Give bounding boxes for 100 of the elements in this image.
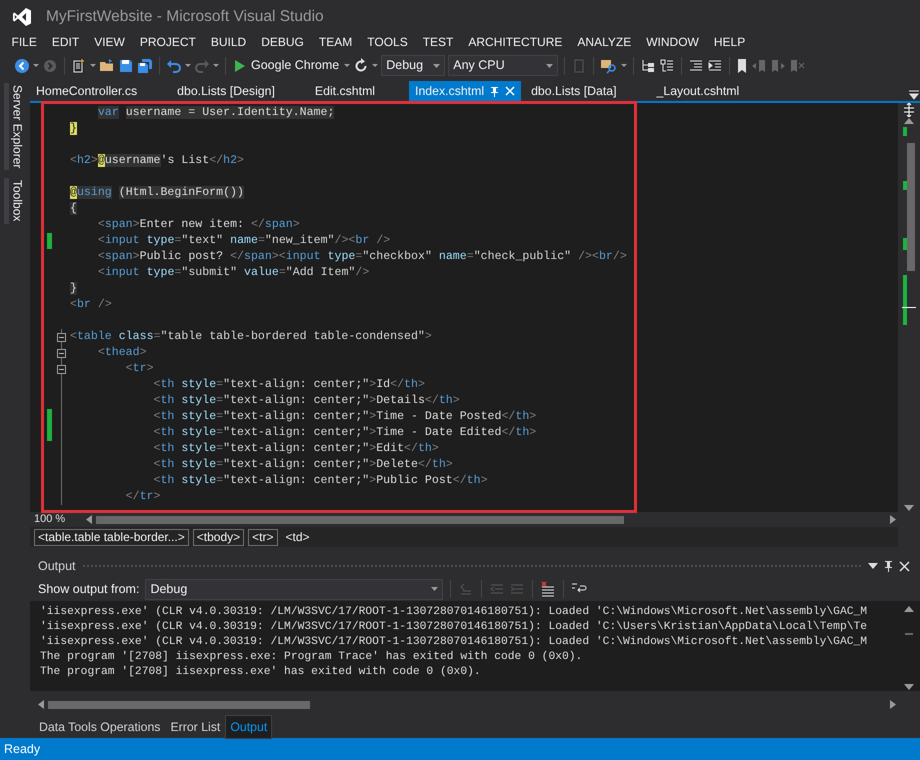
code-line: <th style="text-align: center;">Edit</th> [152, 441, 439, 457]
list-icon[interactable] [659, 58, 676, 74]
dropdown-icon[interactable] [868, 563, 878, 570]
back-icon[interactable] [14, 58, 30, 74]
logo-icon [12, 6, 32, 26]
output-line: The program '[2708] iisexpress.exe: Program Trace' has exited with code 0 (0x0). [40, 650, 584, 666]
scroll-right-icon[interactable] [890, 700, 896, 710]
scroll-left-icon[interactable] [86, 515, 92, 524]
menu-item[interactable]: VIEW [86, 33, 132, 51]
code-line: <span>Enter new item: </span> [96, 217, 300, 233]
caret-icon[interactable] [185, 63, 191, 68]
output-source-dropdown[interactable]: Debug [145, 578, 444, 600]
play-icon [234, 58, 246, 72]
output-line: 'iisexpress.exe' (CLR v4.0.30319: /LM/W3SVC/17/ROOT-1-130728070146180751): Loaded 'C:\Windows\Microsoft.Net\assembly\GAC_M [40, 635, 868, 650]
outdent-icon[interactable] [688, 58, 704, 74]
code-line: <th style="text-align: center;">Delete</th> [152, 457, 453, 473]
output-line: 'iisexpress.exe' (CLR v4.0.30319: /LM/W3SVC/17/ROOT-1-130728070146180751): Loaded 'C:\Windows\Microsoft.Net\assembly\GAC_M [40, 605, 868, 620]
bookmark-icon[interactable] [736, 58, 748, 74]
refresh-icon[interactable] [353, 58, 370, 74]
code-line: var username = User.Identity.Name; [96, 105, 334, 121]
menu-item[interactable]: PROJECT [132, 33, 204, 51]
menu-item[interactable]: FILE [4, 33, 44, 51]
scroll-right-icon[interactable] [890, 515, 896, 524]
caret-icon[interactable] [90, 63, 96, 68]
collapse-icon[interactable] [56, 348, 66, 358]
menu-item[interactable]: BUILD [203, 33, 254, 51]
close-icon[interactable] [899, 560, 910, 572]
menu-item[interactable]: ANALYZE [570, 33, 639, 51]
code-line: <th style="text-align: center;">Id</th> [152, 377, 425, 393]
code-line: <input type="submit" value="Add Item"/> [96, 265, 370, 281]
code-line: <th style="text-align: center;">Public Post</th> [152, 473, 488, 489]
collapse-icon[interactable] [56, 364, 66, 374]
output-line: The program '[2708] iisexpress.exe' has exited with code 0 (0x0). [40, 665, 482, 680]
panel-tab[interactable]: Data Tools Operations [34, 714, 166, 740]
pin-icon[interactable] [490, 86, 500, 96]
breadcrumb[interactable]: <table.table table-border...> [34, 528, 189, 546]
save-all-icon[interactable] [137, 58, 153, 74]
open-folder-icon[interactable] [99, 58, 115, 74]
breadcrumb[interactable]: <td> [282, 528, 314, 546]
menu-item[interactable]: TEAM [311, 33, 360, 51]
scrollbar-thumb[interactable] [48, 700, 310, 709]
caret-icon[interactable] [621, 63, 628, 68]
output-line: 'iisexpress.exe' (CLR v4.0.30319: /LM/W3SVC/17/ROOT-1-130728070146180751): Loaded 'C:\Users\Kristian\AppData\Local\Temp\Te [40, 620, 868, 636]
caret-icon[interactable] [344, 63, 350, 68]
caret-icon[interactable] [33, 63, 39, 68]
code-line: <table class="table table-bordered table-condensed"> [70, 329, 432, 345]
status-text: Ready [4, 740, 40, 758]
indent-icon[interactable] [707, 58, 724, 74]
breadcrumb[interactable]: <tr> [248, 528, 278, 546]
scroll-left-icon[interactable] [38, 700, 44, 710]
panel-tab[interactable]: Error List [165, 714, 226, 740]
code-line: <span>Public post? </span><input type="checkbox" name="check_public" /><br/> [96, 249, 627, 265]
menu-item[interactable]: DEBUG [254, 33, 312, 51]
scrollbar-thumb[interactable] [905, 633, 913, 636]
code-line: <h2>@username's List</h2> [70, 153, 244, 169]
scroll-down-icon[interactable] [904, 683, 914, 692]
menu-item[interactable]: TOOLS [360, 33, 416, 51]
panel-title: Output [38, 558, 76, 575]
new-project-icon[interactable] [71, 58, 87, 74]
platform-dropdown[interactable]: Any CPU [448, 55, 558, 76]
pin-icon[interactable] [884, 560, 893, 572]
scrollbar-thumb[interactable] [96, 516, 624, 524]
window-title: MyFirstWebsite - Microsoft Visual Studio [46, 6, 324, 27]
code-line: <thead> [96, 345, 147, 361]
clear-bookmarks-icon[interactable] [789, 58, 806, 74]
tree-icon[interactable] [640, 58, 656, 74]
configuration-dropdown[interactable]: Debug [381, 55, 446, 76]
zoom-level[interactable]: 100 % [30, 511, 82, 528]
undo-icon[interactable] [166, 58, 182, 74]
panel-tab[interactable]: Output [225, 714, 272, 740]
run-button[interactable]: Google Chrome [232, 56, 342, 75]
caret-icon[interactable] [372, 63, 378, 68]
tab-list-icon[interactable] [908, 89, 920, 101]
menu-item[interactable]: TEST [415, 33, 461, 51]
caret-icon [546, 64, 554, 68]
menu-item[interactable]: WINDOW [638, 33, 706, 51]
scroll-up-icon[interactable] [904, 605, 914, 614]
clear-all-icon[interactable] [540, 581, 556, 598]
next-bookmark-icon[interactable] [770, 58, 786, 74]
code-line: <br /> [70, 297, 112, 313]
breadcrumb[interactable]: <tbody> [192, 528, 244, 546]
menu-item[interactable]: ARCHITECTURE [460, 33, 570, 51]
menu-item[interactable]: HELP [706, 33, 753, 51]
scroll-up-icon[interactable] [904, 117, 914, 125]
document-tab[interactable]: dbo.Lists [Design] [171, 81, 281, 101]
menu-item[interactable]: EDIT [44, 33, 87, 51]
caret-icon [433, 64, 440, 68]
code-line: <th style="text-align: center;">Time - Date Posted</th> [152, 409, 536, 425]
code-line: <input type="text" name="new_item"/><br /> [96, 233, 390, 249]
document-tab[interactable]: dbo.Lists [Data] [525, 81, 623, 101]
document-tab[interactable]: Index.cshtml [409, 81, 522, 101]
document-tab[interactable]: HomeController.cs [30, 81, 144, 101]
split-icon[interactable] [902, 103, 916, 117]
collapse-icon[interactable] [56, 332, 66, 342]
document-tab[interactable]: Edit.cshtml [308, 81, 382, 101]
field-label: Show output from: [38, 580, 140, 598]
find-in-files-icon[interactable] [600, 58, 618, 74]
document-tab[interactable]: _Layout.cshtml [650, 81, 746, 101]
save-icon[interactable] [118, 58, 134, 74]
caret-icon[interactable] [213, 63, 219, 68]
